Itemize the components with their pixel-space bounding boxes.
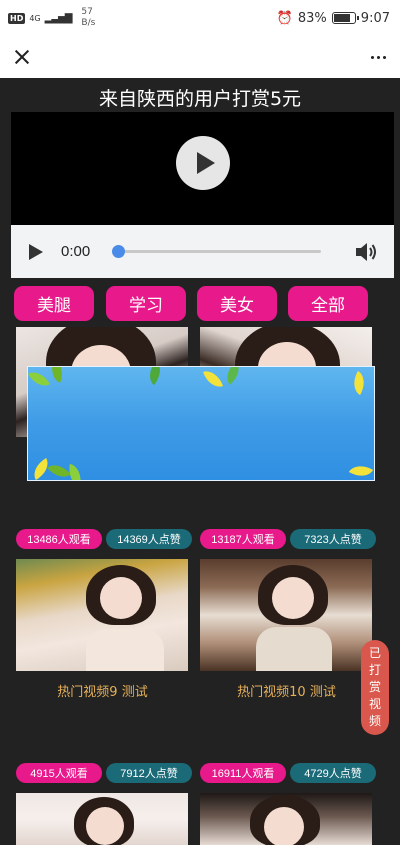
battery-percent: 83% — [297, 10, 327, 26]
nav-bar — [0, 36, 400, 78]
banner-popup[interactable] — [27, 366, 375, 481]
likes-badge: 14369人点赞 — [106, 529, 192, 549]
category-button-0[interactable]: 美腿 — [14, 286, 94, 321]
video-thumbnail[interactable] — [16, 793, 188, 845]
play-icon — [196, 152, 215, 174]
views-badge: 16911人观看 — [200, 763, 286, 783]
volume-icon[interactable] — [354, 241, 378, 263]
side-char: 打 — [368, 663, 381, 677]
likes-badge: 4729人点赞 — [290, 763, 376, 783]
side-char: 频 — [368, 714, 381, 728]
video-play-button[interactable] — [176, 136, 230, 190]
leaf-decoration — [348, 459, 374, 480]
leaf-decoration — [347, 370, 371, 396]
progress-track[interactable] — [112, 245, 321, 258]
page-title: 来自陕西的用户打赏5元 — [98, 88, 302, 110]
leaf-decoration — [47, 458, 71, 480]
status-right: ⏰ 83% 9:07 — [277, 11, 390, 26]
likes-badge: 7912人点赞 — [106, 763, 192, 783]
close-icon[interactable] — [12, 47, 32, 67]
tipped-videos-button[interactable]: 已 打 赏 视 频 — [361, 640, 389, 735]
leaf-decoration — [28, 367, 51, 392]
status-left: HD 4G ▂▃▅▇ 57 B/s — [8, 7, 95, 29]
battery-fill — [333, 14, 350, 22]
network-indicator: 4G — [29, 13, 41, 23]
more-dots-icon[interactable] — [369, 50, 388, 65]
side-char: 已 — [368, 646, 381, 660]
leaf-decoration — [66, 463, 84, 480]
leaf-decoration — [143, 367, 167, 386]
alarm-icon: ⏰ — [276, 10, 293, 26]
status-time: 9:07 — [360, 10, 390, 26]
speed-unit: B/s — [81, 18, 96, 28]
video-title[interactable]: 热门视频10 测试 — [200, 681, 373, 700]
leaf-decoration — [203, 367, 223, 391]
side-char: 视 — [368, 697, 381, 711]
views-badge: 13187人观看 — [200, 529, 286, 549]
side-char: 赏 — [368, 680, 381, 694]
views-badge: 4915人观看 — [16, 763, 102, 783]
video-thumbnail[interactable] — [200, 559, 372, 671]
signal-icon: ▂▃▅▇ — [44, 12, 73, 24]
category-button-2[interactable]: 美女 — [197, 286, 277, 321]
progress-thumb[interactable] — [112, 245, 125, 258]
video-title[interactable]: 热门视频9 测试 — [16, 681, 189, 700]
likes-badge: 7323人点赞 — [290, 529, 376, 549]
category-button-1[interactable]: 学习 — [106, 286, 186, 321]
player-controls: 0:00 — [11, 225, 394, 278]
speed-value: 57 — [81, 7, 93, 17]
leaf-decoration — [220, 367, 246, 385]
control-play-icon[interactable] — [29, 243, 43, 260]
hd-indicator: HD — [8, 12, 26, 24]
network-speed: 57 B/s — [81, 7, 95, 29]
views-badge: 13486人观看 — [16, 529, 102, 549]
status-bar: HD 4G ▂▃▅▇ 57 B/s ⏰ 83% 9:07 — [0, 0, 400, 36]
category-button-3[interactable]: 全部 — [288, 286, 368, 321]
player-time: 0:00 — [61, 243, 91, 260]
video-thumbnail[interactable] — [16, 559, 188, 671]
battery-icon — [331, 12, 359, 24]
leaf-decoration — [47, 367, 67, 383]
video-thumbnail[interactable] — [200, 793, 372, 845]
